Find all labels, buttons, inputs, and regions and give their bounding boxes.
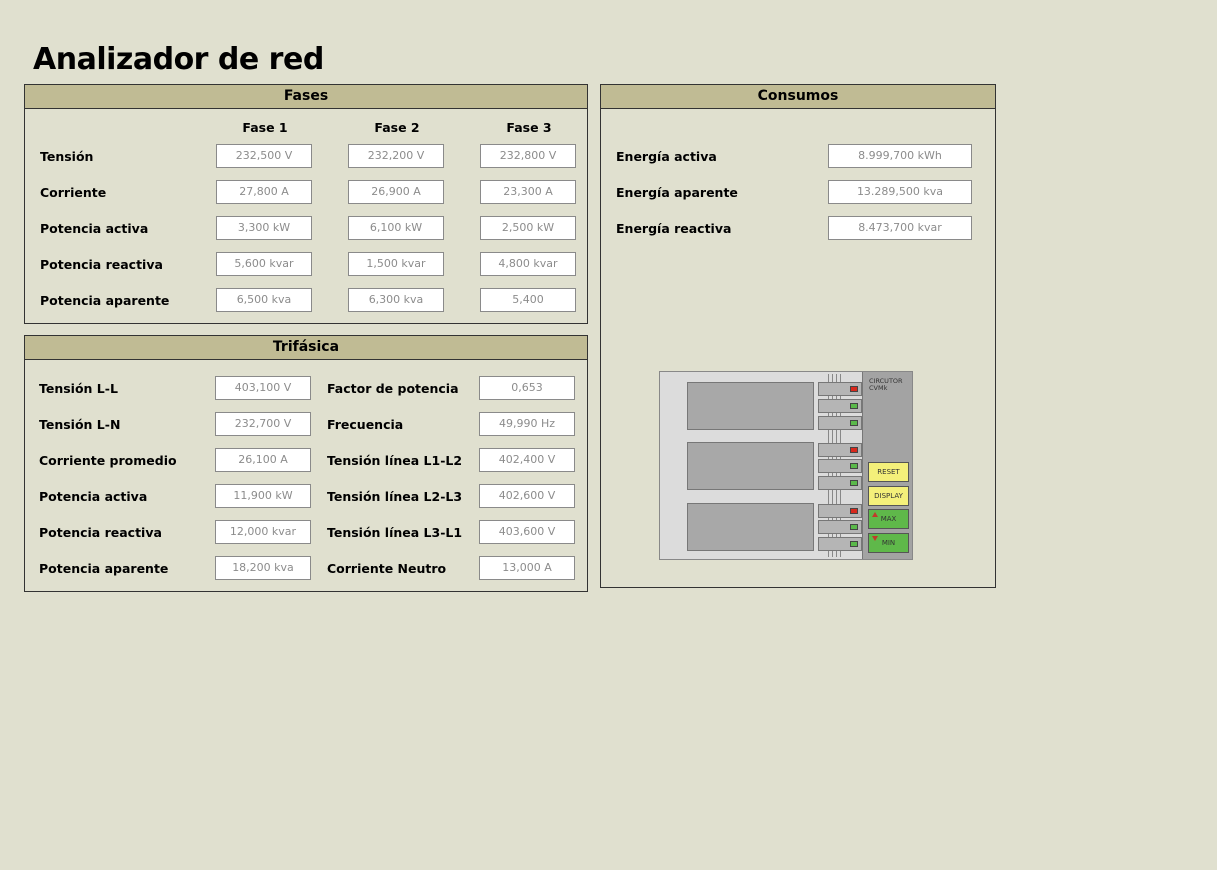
device-indicator-slot <box>818 520 862 534</box>
device-control-panel: CIRCUTOR CVMk RESET DISPLAY MAX MIN <box>862 372 912 559</box>
device-indicator-slot <box>818 476 862 490</box>
consumos-label-energia-reactiva: Energía reactiva <box>616 221 732 236</box>
device-indicator-slot <box>818 459 862 473</box>
tension-ln-field[interactable]: 232,700 V <box>215 412 311 436</box>
led-green-icon <box>850 463 858 469</box>
row-label-potencia-aparente: Potencia aparente <box>40 293 170 308</box>
consumos-panel-title: Consumos <box>601 85 995 109</box>
fase-3-tension-field[interactable]: 232,800 V <box>480 144 576 168</box>
fase-2-potencia-activa-field[interactable]: 6,100 kW <box>348 216 444 240</box>
fase-2-corriente-field[interactable]: 26,900 A <box>348 180 444 204</box>
row-label-tension: Tensión <box>40 149 94 164</box>
energia-reactiva-field[interactable]: 8.473,700 kvar <box>828 216 972 240</box>
column-header-fase-3: Fase 3 <box>506 120 552 135</box>
fases-panel: Fases Fase 1 Fase 2 Fase 3 Tensión 232,5… <box>24 84 588 324</box>
consumos-label-energia-aparente: Energía aparente <box>616 185 738 200</box>
row-label-potencia-activa: Potencia activa <box>40 221 149 236</box>
trifasica-panel: Trifásica Tensión L-L 403,100 V Tensión … <box>24 335 588 592</box>
fase-3-potencia-activa-field[interactable]: 2,500 kW <box>480 216 576 240</box>
page-title: Analizador de red <box>33 42 324 77</box>
device-brand-label: CIRCUTOR CVMk <box>869 377 903 392</box>
trifasica-label-factor-potencia: Factor de potencia <box>327 381 459 396</box>
trifasica-potencia-activa-field[interactable]: 11,900 kW <box>215 484 311 508</box>
tension-l3-l1-field[interactable]: 403,600 V <box>479 520 575 544</box>
network-analyzer-device: CIRCUTOR CVMk RESET DISPLAY MAX MIN <box>659 371 913 560</box>
trifasica-label-tension-l1-l2: Tensión línea L1-L2 <box>327 453 463 468</box>
device-max-button[interactable]: MAX <box>868 509 909 529</box>
trifasica-label-tension-l3-l1: Tensión línea L3-L1 <box>327 525 463 540</box>
tension-ll-field[interactable]: 403,100 V <box>215 376 311 400</box>
fase-3-potencia-reactiva-field[interactable]: 4,800 kvar <box>480 252 576 276</box>
trifasica-label-corriente-neutro: Corriente Neutro <box>327 561 447 576</box>
device-max-label: MAX <box>880 515 897 523</box>
device-display-2 <box>687 442 814 490</box>
arrow-up-icon <box>872 512 878 517</box>
trifasica-potencia-reactiva-field[interactable]: 12,000 kvar <box>215 520 311 544</box>
energia-activa-field[interactable]: 8.999,700 kWh <box>828 144 972 168</box>
consumos-label-energia-activa: Energía activa <box>616 149 717 164</box>
trifasica-label-potencia-activa: Potencia activa <box>39 489 148 504</box>
trifasica-label-potencia-reactiva: Potencia reactiva <box>39 525 162 540</box>
device-indicator-slot <box>818 443 862 457</box>
trifasica-label-tension-ll: Tensión L-L <box>39 381 118 396</box>
device-indicator-slot <box>818 537 862 551</box>
trifasica-label-potencia-aparente: Potencia aparente <box>39 561 169 576</box>
trifasica-potencia-aparente-field[interactable]: 18,200 kva <box>215 556 311 580</box>
fase-1-corriente-field[interactable]: 27,800 A <box>216 180 312 204</box>
fase-1-potencia-reactiva-field[interactable]: 5,600 kvar <box>216 252 312 276</box>
energia-aparente-field[interactable]: 13.289,500 kva <box>828 180 972 204</box>
led-green-icon <box>850 480 858 486</box>
column-header-fase-2: Fase 2 <box>374 120 420 135</box>
fase-1-potencia-aparente-field[interactable]: 6,500 kva <box>216 288 312 312</box>
row-label-corriente: Corriente <box>40 185 107 200</box>
led-green-icon <box>850 541 858 547</box>
fase-2-potencia-aparente-field[interactable]: 6,300 kva <box>348 288 444 312</box>
tension-l2-l3-field[interactable]: 402,600 V <box>479 484 575 508</box>
device-indicator-slot <box>818 416 862 430</box>
fase-1-tension-field[interactable]: 232,500 V <box>216 144 312 168</box>
arrow-down-icon <box>872 536 878 541</box>
corriente-promedio-field[interactable]: 26,100 A <box>215 448 311 472</box>
fases-panel-title: Fases <box>25 85 587 109</box>
led-red-icon <box>850 447 858 453</box>
fase-1-potencia-activa-field[interactable]: 3,300 kW <box>216 216 312 240</box>
trifasica-label-frecuencia: Frecuencia <box>327 417 404 432</box>
device-indicator-slot <box>818 382 862 396</box>
row-label-potencia-reactiva: Potencia reactiva <box>40 257 163 272</box>
tension-l1-l2-field[interactable]: 402,400 V <box>479 448 575 472</box>
trifasica-label-tension-ln: Tensión L-N <box>39 417 121 432</box>
device-reset-button[interactable]: RESET <box>868 462 909 482</box>
led-red-icon <box>850 386 858 392</box>
fase-3-potencia-aparente-field[interactable]: 5,400 <box>480 288 576 312</box>
device-display-3 <box>687 503 814 551</box>
factor-potencia-field[interactable]: 0,653 <box>479 376 575 400</box>
trifasica-label-corriente-promedio: Corriente promedio <box>39 453 177 468</box>
device-indicator-slot <box>818 504 862 518</box>
trifasica-panel-title: Trifásica <box>25 336 587 360</box>
column-header-fase-1: Fase 1 <box>242 120 288 135</box>
led-green-icon <box>850 420 858 426</box>
led-green-icon <box>850 524 858 530</box>
device-min-button[interactable]: MIN <box>868 533 909 553</box>
led-green-icon <box>850 403 858 409</box>
device-indicator-slot <box>818 399 862 413</box>
led-red-icon <box>850 508 858 514</box>
device-display-1 <box>687 382 814 430</box>
device-min-label: MIN <box>881 539 896 547</box>
fase-2-potencia-reactiva-field[interactable]: 1,500 kvar <box>348 252 444 276</box>
fase-2-tension-field[interactable]: 232,200 V <box>348 144 444 168</box>
device-display-button[interactable]: DISPLAY <box>868 486 909 506</box>
frecuencia-field[interactable]: 49,990 Hz <box>479 412 575 436</box>
fase-3-corriente-field[interactable]: 23,300 A <box>480 180 576 204</box>
trifasica-label-tension-l2-l3: Tensión línea L2-L3 <box>327 489 463 504</box>
corriente-neutro-field[interactable]: 13,000 A <box>479 556 575 580</box>
